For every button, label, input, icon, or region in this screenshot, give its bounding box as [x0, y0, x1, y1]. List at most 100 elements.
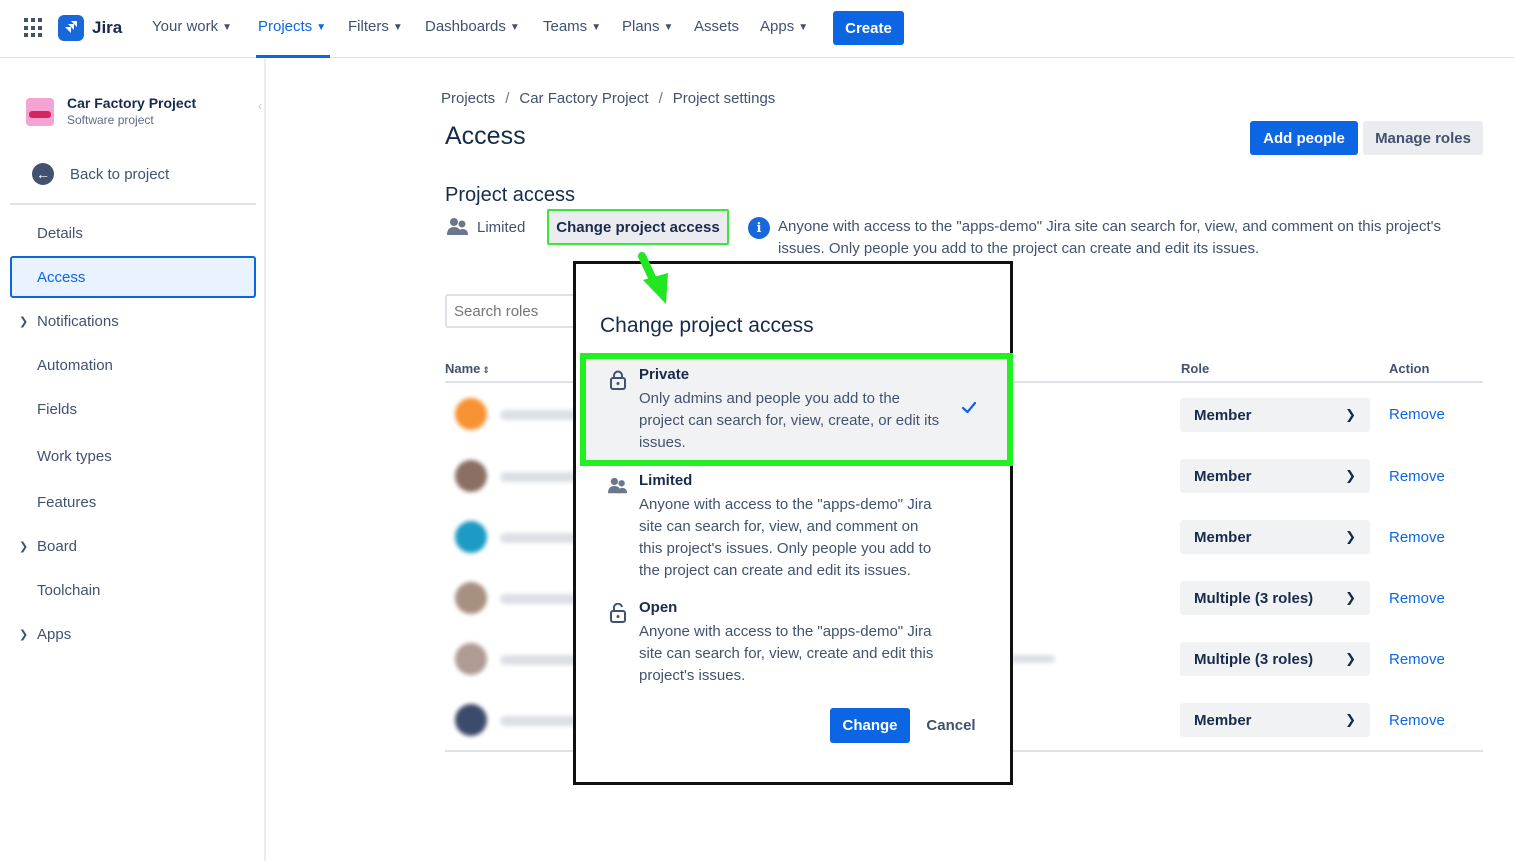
- role-select[interactable]: Member ❯: [1180, 398, 1370, 432]
- option-description: Only admins and people you add to the pr…: [639, 390, 940, 451]
- option-title: Limited: [639, 472, 693, 489]
- breadcrumb-separator: /: [505, 90, 510, 107]
- sidebar-item-access[interactable]: Access: [10, 256, 256, 298]
- cancel-button[interactable]: Cancel: [921, 708, 981, 743]
- nav-label: Your work: [152, 18, 219, 35]
- breadcrumb-settings[interactable]: Project settings: [673, 90, 776, 107]
- avatar: [455, 460, 487, 492]
- nav-your-work[interactable]: Your work ▼: [152, 18, 232, 35]
- sidebar-item-board[interactable]: ❯ Board: [10, 525, 256, 567]
- sidebar-item-label: Details: [37, 224, 83, 242]
- sidebar-item-label: Fields: [37, 400, 78, 418]
- nav-assets[interactable]: Assets: [694, 18, 739, 35]
- role-select-value: Member: [1194, 528, 1252, 546]
- sidebar-item-apps[interactable]: ❯ Apps: [10, 613, 256, 655]
- lock-icon: [610, 370, 626, 390]
- nav-teams[interactable]: Teams ▼: [543, 18, 601, 35]
- chevron-down-icon: ❯: [1345, 651, 1356, 666]
- nav-plans[interactable]: Plans ▼: [622, 18, 673, 35]
- role-select[interactable]: Multiple (3 roles) ❯: [1180, 642, 1370, 676]
- sidebar-item-automation[interactable]: Automation: [10, 344, 256, 386]
- nav-label: Apps: [760, 18, 795, 35]
- column-header-role: Role: [1181, 361, 1210, 376]
- sidebar-item-notifications[interactable]: ❯ Notifications: [10, 300, 256, 342]
- nav-filters[interactable]: Filters ▼: [348, 18, 403, 35]
- nav-dashboards[interactable]: Dashboards ▼: [425, 18, 520, 35]
- remove-link[interactable]: Remove: [1389, 468, 1445, 485]
- remove-link[interactable]: Remove: [1389, 651, 1445, 668]
- remove-link[interactable]: Remove: [1389, 406, 1445, 423]
- jira-logo-text: Jira: [92, 18, 123, 37]
- sidebar-item-label: Toolchain: [37, 581, 101, 599]
- nav-label: Dashboards: [425, 18, 506, 35]
- option-description: Anyone with access to the "apps-demo" Ji…: [639, 623, 934, 684]
- manage-roles-button[interactable]: Manage roles: [1363, 121, 1483, 155]
- unlock-icon: [610, 603, 626, 623]
- back-to-project-link[interactable]: ← Back to project: [32, 163, 169, 185]
- sidebar-item-toolchain[interactable]: Toolchain: [10, 569, 256, 611]
- jira-logo[interactable]: Jira: [58, 14, 122, 42]
- blurred-user-name: [500, 716, 580, 726]
- sidebar-item-details[interactable]: Details: [10, 212, 256, 254]
- option-title: Private: [639, 366, 690, 383]
- option-title: Open: [639, 599, 678, 616]
- chevron-down-icon: ▼: [591, 22, 602, 33]
- chevron-down-icon: ❯: [1345, 712, 1356, 727]
- collapse-sidebar-icon[interactable]: ‹: [258, 99, 274, 115]
- chevron-down-icon: ❯: [1345, 407, 1356, 422]
- role-select[interactable]: Member ❯: [1180, 459, 1370, 493]
- role-select[interactable]: Member ❯: [1180, 703, 1370, 737]
- top-navigation: Jira Your work ▼ Projects ▼ Filters ▼ Dashb…: [0, 0, 1514, 58]
- change-project-access-button[interactable]: Change project access: [547, 209, 729, 245]
- change-project-access-dialog: Change project access Private Only admin…: [573, 261, 1013, 785]
- sidebar-item-fields[interactable]: Fields: [10, 388, 256, 430]
- blurred-user-name: [500, 655, 580, 665]
- jira-logo-icon: [58, 15, 84, 41]
- blurred-user-name: [500, 410, 580, 420]
- add-people-button[interactable]: Add people: [1250, 121, 1358, 155]
- avatar: [455, 521, 487, 553]
- sidebar-item-work-types[interactable]: Work types: [10, 435, 256, 477]
- back-to-project-label: Back to project: [70, 165, 170, 183]
- column-header-name[interactable]: Name ⇕: [445, 361, 490, 376]
- blurred-user-name: [500, 594, 580, 604]
- role-select-value: Member: [1194, 711, 1252, 729]
- access-info-text: Anyone with access to the "apps-demo" Ji…: [778, 218, 1442, 257]
- current-access-label: Limited: [477, 218, 526, 236]
- sidebar-item-label: Automation: [37, 356, 113, 374]
- remove-link[interactable]: Remove: [1389, 712, 1445, 729]
- dialog-title: Change project access: [600, 314, 814, 337]
- remove-link[interactable]: Remove: [1389, 529, 1445, 546]
- breadcrumb-projects[interactable]: Projects: [441, 90, 495, 107]
- project-type: Software project: [67, 113, 154, 127]
- breadcrumb-project[interactable]: Car Factory Project: [519, 90, 648, 107]
- search-roles-input[interactable]: [445, 294, 585, 328]
- sidebar-item-label: Features: [37, 493, 97, 511]
- sidebar-item-features[interactable]: Features: [10, 481, 256, 523]
- nav-label: Assets: [694, 18, 740, 35]
- role-select[interactable]: Multiple (3 roles) ❯: [1180, 581, 1370, 615]
- nav-apps[interactable]: Apps ▼: [760, 18, 808, 35]
- nav-label: Teams: [543, 18, 588, 35]
- role-select[interactable]: Member ❯: [1180, 520, 1370, 554]
- chevron-down-icon: ▼: [222, 22, 233, 33]
- info-icon: i: [748, 217, 770, 239]
- blurred-user-name: [500, 533, 580, 543]
- chevron-down-icon: ▼: [509, 22, 520, 33]
- chevron-right-icon: ❯: [19, 315, 29, 328]
- chevron-down-icon: ▼: [316, 22, 327, 33]
- remove-link[interactable]: Remove: [1389, 590, 1445, 607]
- create-button[interactable]: Create: [833, 11, 904, 45]
- breadcrumb: Projects / Car Factory Project / Project set…: [441, 90, 775, 107]
- avatar: [455, 582, 487, 614]
- avatar: [455, 704, 487, 736]
- nav-projects[interactable]: Projects ▼: [258, 18, 326, 35]
- app-switcher-icon[interactable]: [24, 18, 44, 38]
- chevron-right-icon: ❯: [19, 540, 29, 553]
- nav-active-indicator: [256, 55, 330, 58]
- chevron-down-icon: ▼: [392, 22, 403, 33]
- annotation-arrow-icon: [638, 252, 668, 304]
- blurred-user-name: [500, 472, 580, 482]
- change-button[interactable]: Change: [830, 708, 910, 743]
- sidebar-item-label: Work types: [37, 447, 112, 465]
